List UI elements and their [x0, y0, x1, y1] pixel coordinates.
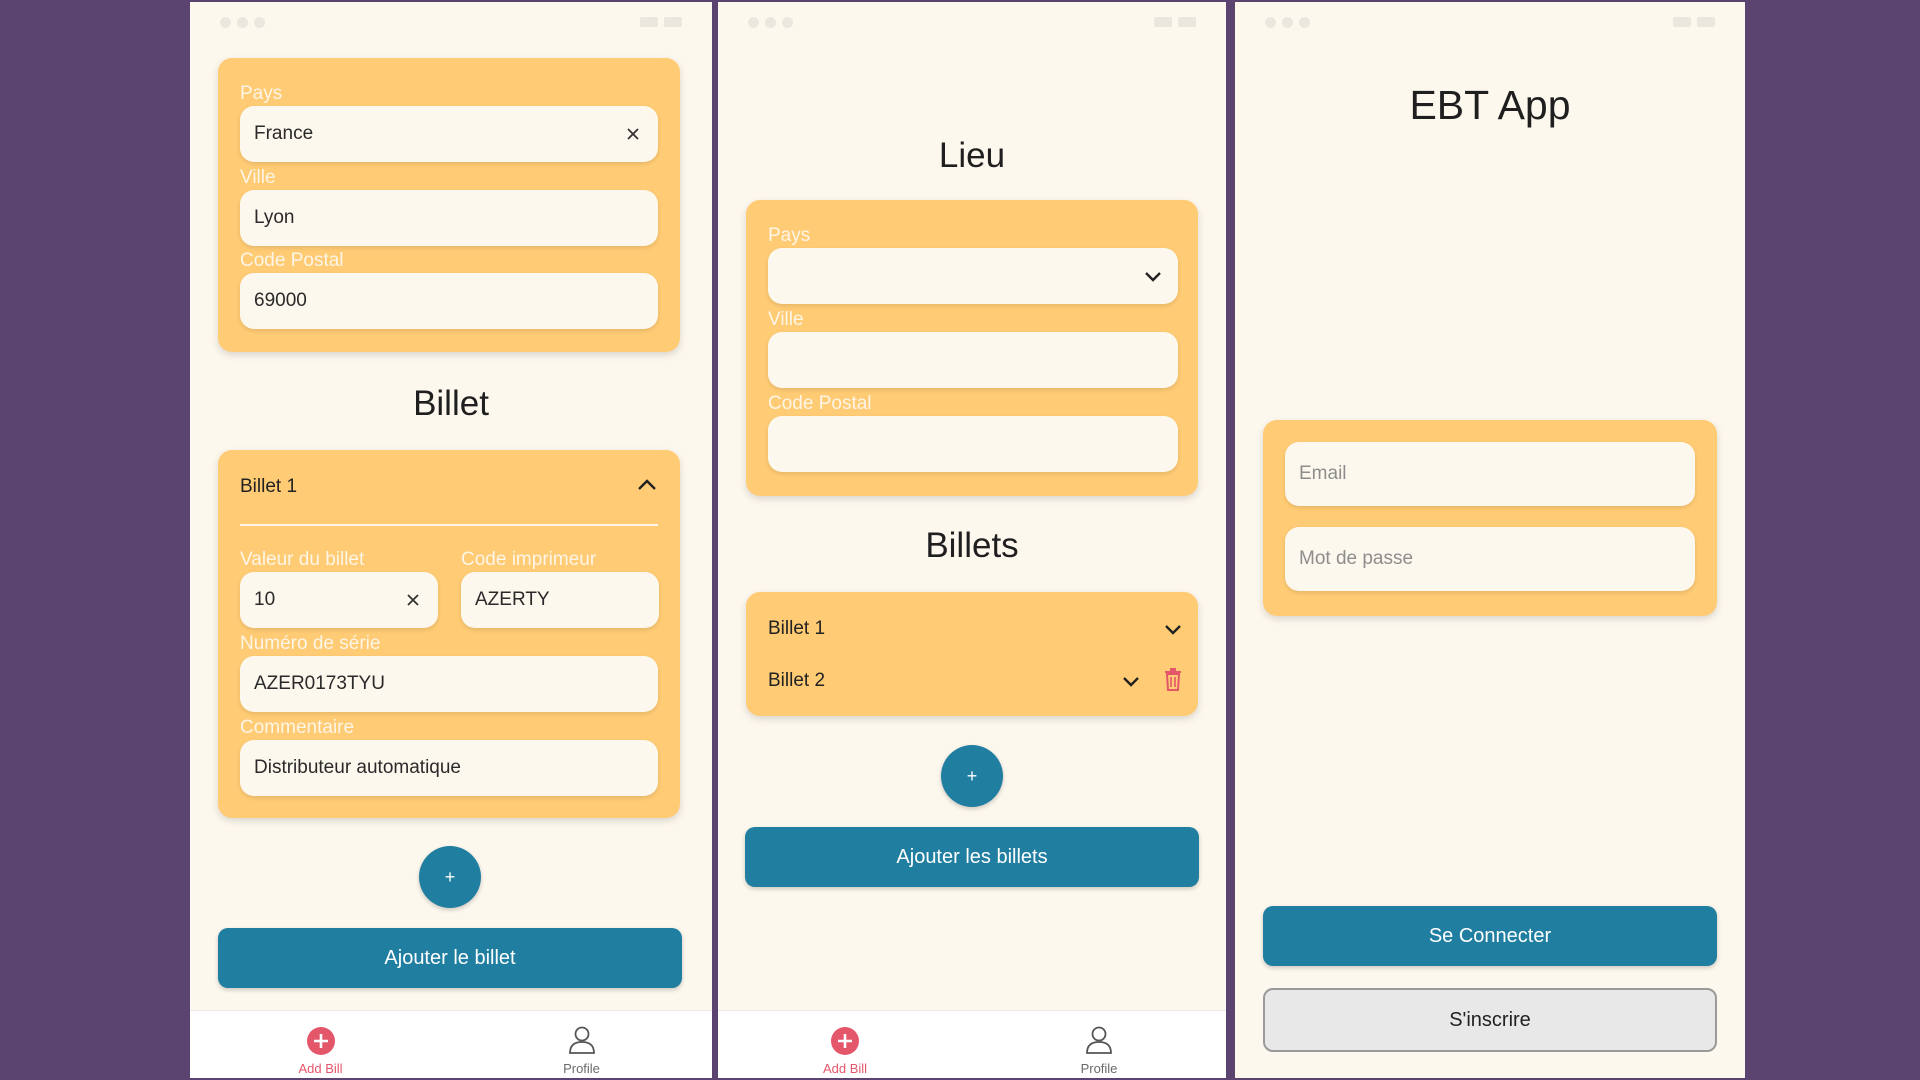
pays-value: France — [254, 123, 314, 144]
trash-icon[interactable] — [1162, 668, 1184, 691]
notification-icon — [1282, 16, 1293, 28]
serie-value: AZER0173TYU — [254, 673, 385, 694]
imprimeur-label: Code imprimeur — [461, 549, 597, 570]
status-bar — [220, 12, 682, 32]
serie-label: Numéro de série — [240, 633, 381, 654]
ville-field[interactable]: Lyon — [240, 190, 658, 246]
location-card: Pays Ville Code Postal — [746, 200, 1198, 496]
ajouter-billet-button[interactable]: Ajouter le billet — [218, 928, 682, 988]
notification-icon — [1265, 16, 1276, 28]
battery-icon — [1178, 17, 1196, 27]
pays-select[interactable] — [768, 248, 1178, 304]
valeur-value: 10 — [254, 589, 276, 610]
chevron-down-icon[interactable] — [1120, 670, 1142, 692]
code-postal-field[interactable] — [768, 416, 1178, 472]
billets-section-title: Billets — [925, 526, 1019, 565]
nav-add-bill[interactable]: Add Bill — [718, 1011, 972, 1078]
nav-profile-label: Profile — [1080, 1061, 1118, 1076]
notification-icon — [1299, 16, 1310, 28]
chevron-up-icon[interactable] — [636, 474, 658, 496]
code-postal-value: 69000 — [254, 290, 307, 311]
chevron-down-icon[interactable] — [1142, 265, 1164, 287]
notification-icon — [237, 16, 248, 28]
login-button[interactable]: Se Connecter — [1263, 906, 1717, 966]
battery-icon — [664, 17, 682, 27]
email-field[interactable]: Email — [1285, 442, 1695, 506]
add-bill-screen-filled: Pays France Ville Lyon Code Postal 69000… — [190, 2, 712, 1078]
nav-add-bill-label: Add Bill — [298, 1061, 343, 1076]
serie-field[interactable]: AZER0173TYU — [240, 656, 658, 712]
commentaire-value: Distributeur automatique — [254, 757, 461, 778]
notification-icon — [254, 16, 265, 28]
billet-1-header[interactable]: Billet 1 — [768, 618, 825, 640]
bottom-navigation: Add Bill Profile — [190, 1010, 712, 1078]
ajouter-billets-button[interactable]: Ajouter les billets — [745, 827, 1199, 887]
ville-label: Ville — [240, 167, 276, 188]
signal-icon — [1673, 17, 1691, 27]
nav-profile-label: Profile — [563, 1061, 600, 1076]
valeur-label: Valeur du billet — [240, 549, 365, 570]
billet-accordion-header[interactable]: Billet 1 — [240, 476, 297, 498]
clear-icon[interactable] — [402, 589, 424, 611]
billet-section-title: Billet — [413, 384, 489, 423]
nav-profile[interactable]: Profile — [972, 1011, 1226, 1078]
add-circle-icon — [831, 1027, 859, 1055]
register-button[interactable]: S'inscrire — [1263, 988, 1717, 1052]
clear-icon[interactable] — [622, 123, 644, 145]
imprimeur-field[interactable]: AZERTY — [461, 572, 659, 628]
ville-field[interactable] — [768, 332, 1178, 388]
user-icon — [1086, 1026, 1112, 1054]
billet-2-header[interactable]: Billet 2 — [768, 670, 825, 692]
signal-icon — [1154, 17, 1172, 27]
nav-add-bill[interactable]: Add Bill — [190, 1011, 451, 1078]
imprimeur-value: AZERTY — [475, 589, 550, 610]
add-circle-icon — [306, 1027, 335, 1055]
notification-icon — [782, 16, 793, 28]
user-icon — [568, 1026, 595, 1054]
bottom-navigation: Add Bill Profile — [718, 1010, 1226, 1078]
location-card: Pays France Ville Lyon Code Postal 69000 — [218, 58, 680, 352]
status-bar — [748, 12, 1196, 32]
pays-label: Pays — [768, 225, 811, 246]
login-screen: EBT App Email Mot de passe Se Connecter … — [1235, 2, 1745, 1078]
battery-icon — [1697, 17, 1715, 27]
status-bar — [1265, 12, 1715, 32]
ville-value: Lyon — [254, 207, 295, 228]
code-postal-label: Code Postal — [768, 393, 872, 414]
notification-icon — [220, 16, 231, 28]
lieu-section-title: Lieu — [938, 136, 1006, 175]
pays-field[interactable]: France — [240, 106, 658, 162]
email-placeholder: Email — [1299, 463, 1347, 484]
valeur-field[interactable]: 10 — [240, 572, 438, 628]
billet-card: Billet 1 Valeur du billet 10 Code imprim… — [218, 450, 680, 818]
password-placeholder: Mot de passe — [1299, 548, 1414, 569]
signal-icon — [640, 17, 658, 27]
add-billet-fab[interactable]: + — [941, 745, 1003, 807]
commentaire-label: Commentaire — [240, 717, 355, 738]
divider — [240, 524, 658, 526]
nav-profile[interactable]: Profile — [451, 1011, 712, 1078]
notification-icon — [748, 16, 759, 28]
code-postal-field[interactable]: 69000 — [240, 273, 658, 329]
chevron-down-icon[interactable] — [1162, 618, 1184, 640]
pays-label: Pays — [240, 83, 283, 104]
billets-card: Billet 1 Billet 2 — [746, 592, 1198, 716]
nav-add-bill-label: Add Bill — [822, 1061, 868, 1076]
notification-icon — [765, 16, 776, 28]
password-field[interactable]: Mot de passe — [1285, 527, 1695, 591]
code-postal-label: Code Postal — [240, 250, 344, 271]
commentaire-field[interactable]: Distributeur automatique — [240, 740, 658, 796]
login-card: Email Mot de passe — [1263, 420, 1717, 616]
add-billet-fab[interactable]: + — [419, 846, 481, 908]
app-title: EBT App — [1409, 82, 1571, 128]
ville-label: Ville — [768, 309, 804, 330]
add-bill-screen-empty: Lieu Pays Ville Code Postal Billets Bill… — [718, 2, 1226, 1078]
